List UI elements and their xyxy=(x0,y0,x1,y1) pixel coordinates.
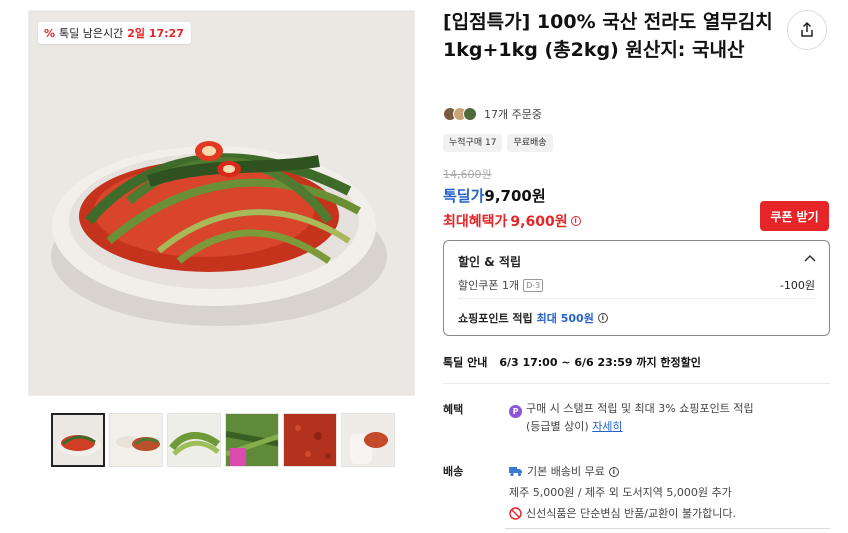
discount-coupon-row: 할인쿠폰 1개 D-3 xyxy=(458,277,544,293)
shipping-line-3: 신선식품은 단순변심 반품/교환이 불가합니다. xyxy=(526,507,736,520)
deal-timer-label: 톡딜 남은시간 xyxy=(59,27,124,40)
tag-free-shipping: 무료배송 xyxy=(507,134,553,152)
order-status: 17개 주문중 xyxy=(443,106,542,122)
discount-header: 할인 & 적립 xyxy=(458,255,521,269)
truck-icon xyxy=(509,467,522,477)
thumbnail-6[interactable] xyxy=(341,413,395,467)
product-title: [입점특가] 100% 국산 전라도 열무김치 1kg+1kg (총2kg) 원… xyxy=(443,11,773,61)
deal-period: 톡딜 안내 6/3 17:00 ~ 6/6 23:59 까지 한정할인 xyxy=(443,354,701,370)
max-price-value: 9,600원 xyxy=(510,214,568,230)
tag-cumulative-purchase: 누적구매 17 xyxy=(443,134,503,152)
deal-period-label: 톡딜 안내 xyxy=(443,356,488,369)
info-icon[interactable]: i xyxy=(597,313,608,323)
max-benefit-price: 최대혜택가 9,600원 i xyxy=(443,211,581,231)
main-product-image xyxy=(28,10,415,396)
discount-coupon-label: 할인쿠폰 1개 xyxy=(458,279,520,292)
thumbnail-strip xyxy=(51,413,395,467)
share-icon xyxy=(801,21,813,37)
avatar xyxy=(463,107,477,121)
benefit-label: 혜택 xyxy=(443,403,464,416)
point-icon: P xyxy=(509,405,522,418)
shopping-points-row: 쇼핑포인트 적립 최대 500원 i xyxy=(458,310,608,326)
max-price-label: 최대혜택가 xyxy=(443,214,508,230)
original-price: 14,600원 xyxy=(443,168,492,181)
deal-price-label: 톡딜가 xyxy=(443,187,485,205)
buyer-avatars xyxy=(443,107,477,121)
divider xyxy=(505,528,830,529)
discount-coupon-amount: -100원 xyxy=(779,279,815,292)
benefit-line-2: (등급별 상이) xyxy=(526,420,589,433)
prohibited-icon xyxy=(509,507,522,520)
deal-timer-time: 2일 17:27 xyxy=(127,27,184,40)
coupon-dday-badge: D-3 xyxy=(523,278,544,292)
chevron-up-icon[interactable] xyxy=(804,254,816,262)
benefit-details-link[interactable]: 자세히 xyxy=(592,420,622,433)
deal-price-value: 9,700원 xyxy=(484,187,546,205)
product-tags: 누적구매 17 무료배송 xyxy=(443,134,553,152)
thumbnail-3[interactable] xyxy=(167,413,221,467)
share-button[interactable] xyxy=(787,10,827,50)
divider xyxy=(443,383,830,384)
points-value: 최대 500원 xyxy=(536,312,594,325)
get-coupon-button[interactable]: 쿠폰 받기 xyxy=(760,201,829,231)
divider xyxy=(458,298,815,299)
deal-price: 톡딜가 9,700원 xyxy=(443,185,546,206)
info-icon[interactable]: i xyxy=(608,466,619,477)
points-label: 쇼핑포인트 적립 xyxy=(458,312,533,325)
info-icon[interactable]: i xyxy=(570,216,581,226)
benefit-info: P 구매 시 스탬프 적립 및 최대 3% 쇼핑포인트 적립 (등급별 상이) 자… xyxy=(509,400,819,435)
shipping-label: 배송 xyxy=(443,465,464,478)
thumbnail-2[interactable] xyxy=(109,413,163,467)
percent-icon: % xyxy=(44,26,56,40)
thumbnail-5[interactable] xyxy=(283,413,337,467)
kimchi-bowl-illustration xyxy=(29,11,414,395)
thumbnail-4[interactable] xyxy=(225,413,279,467)
deal-timer-badge: % 톡딜 남은시간 2일 17:27 xyxy=(38,22,191,44)
shipping-info: 기본 배송비 무료 i 제주 5,000원 / 제주 외 도서지역 5,000원… xyxy=(509,461,829,524)
thumbnail-1[interactable] xyxy=(51,413,105,467)
benefit-line-1: 구매 시 스탬프 적립 및 최대 3% 쇼핑포인트 적립 xyxy=(526,402,754,415)
deal-period-text: 6/3 17:00 ~ 6/6 23:59 까지 한정할인 xyxy=(499,356,701,369)
order-count: 17개 주문중 xyxy=(484,108,542,121)
shipping-line-1: 기본 배송비 무료 xyxy=(527,465,605,478)
discount-panel: 할인 & 적립 할인쿠폰 1개 D-3 -100원 쇼핑포인트 적립 최대 50… xyxy=(443,240,830,336)
shipping-line-2: 제주 5,000원 / 제주 외 도서지역 5,000원 추가 xyxy=(509,486,732,499)
